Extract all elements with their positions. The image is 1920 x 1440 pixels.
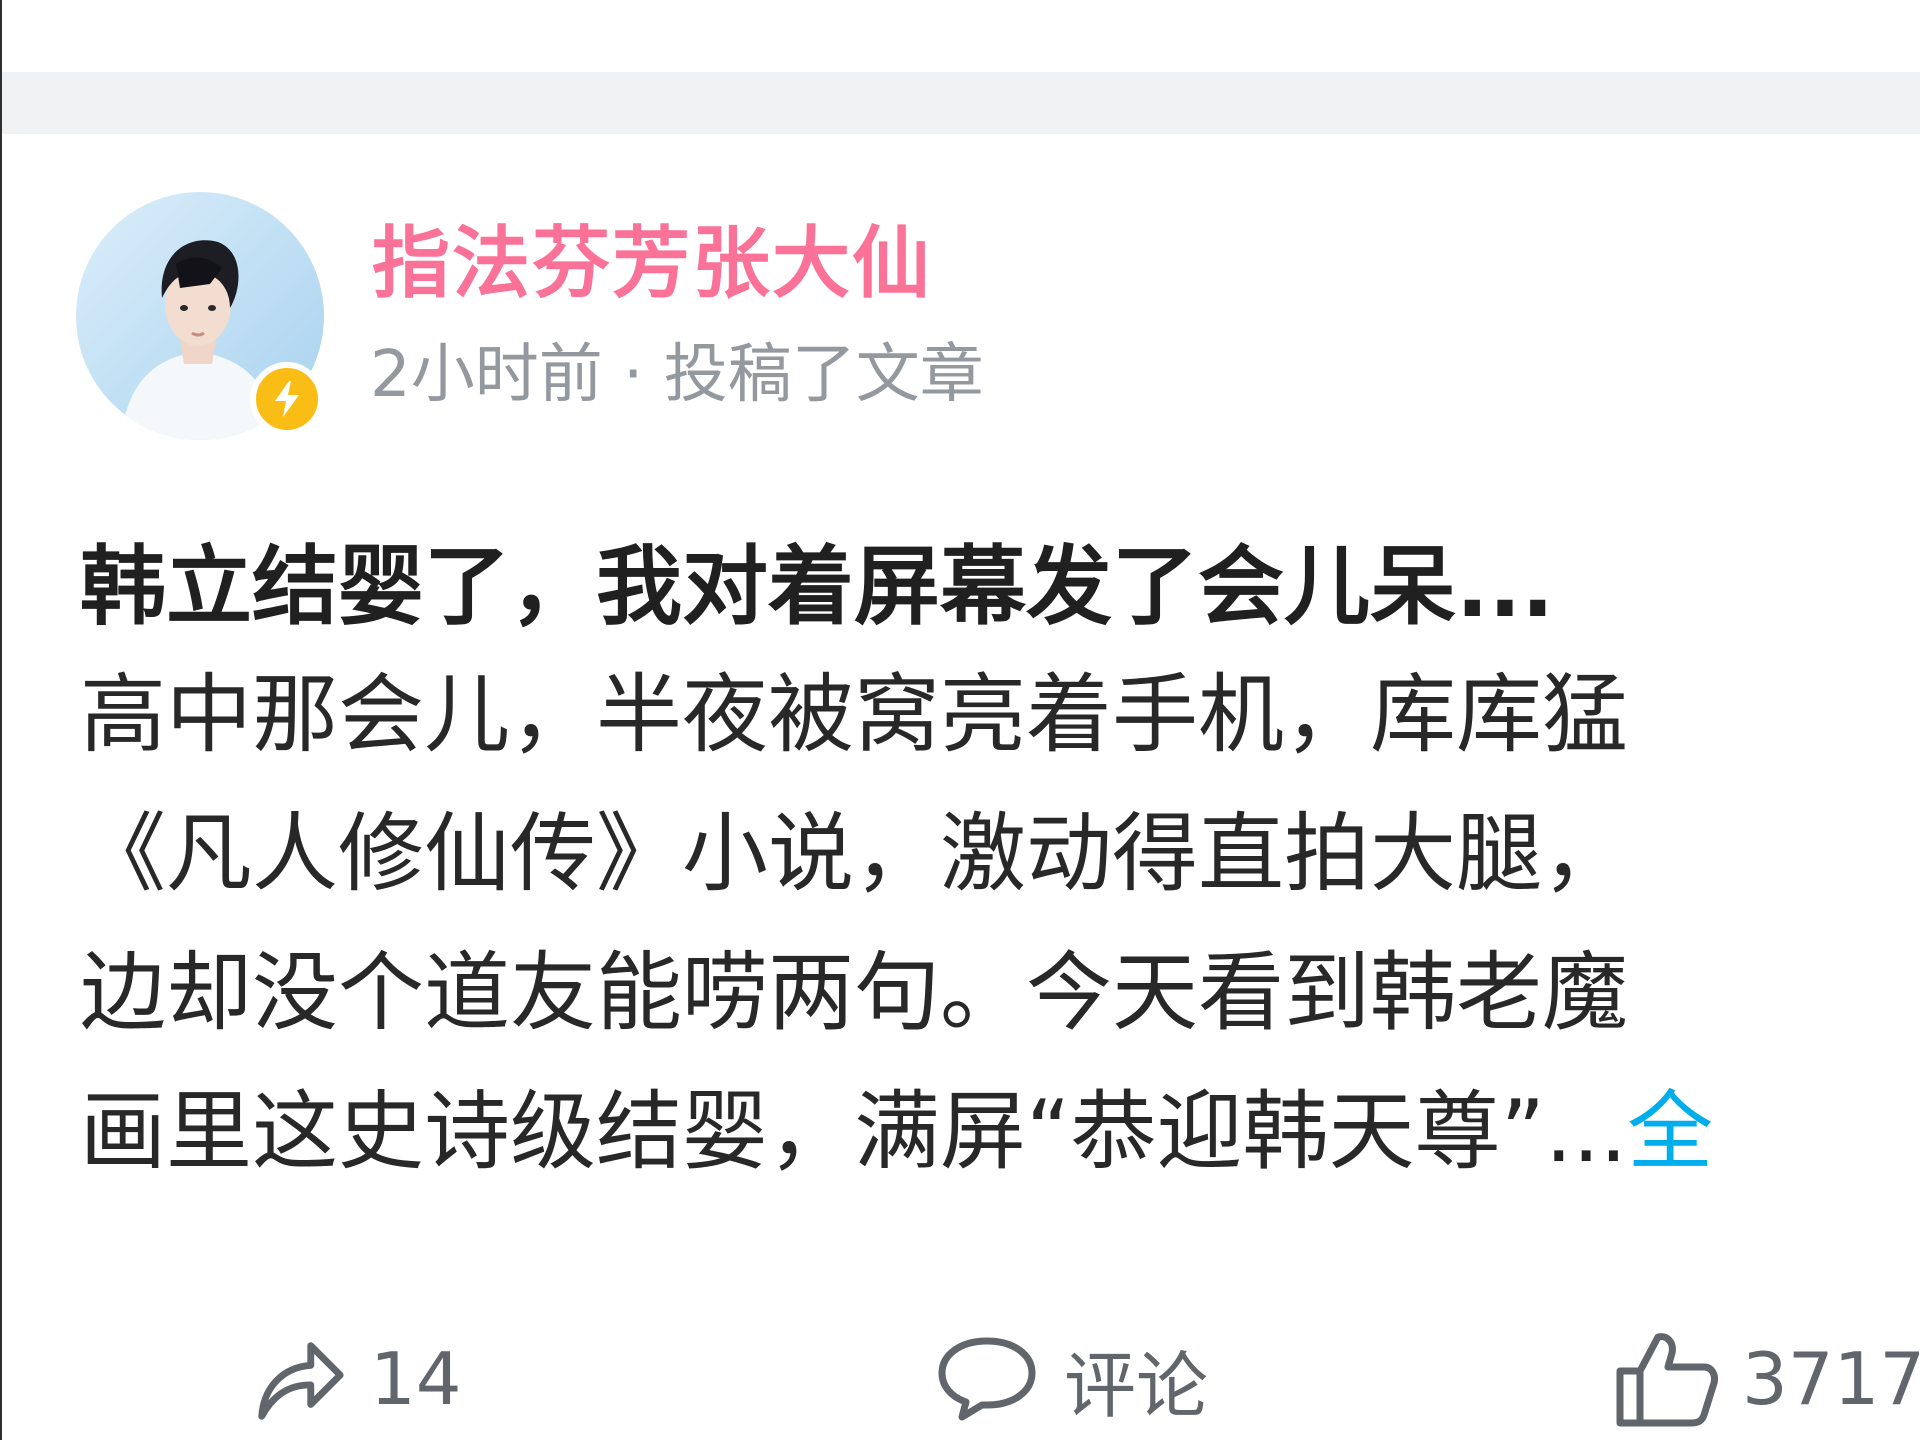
post-title[interactable]: 韩立结婴了，我对着屏幕发了会儿呆... — [80, 536, 1554, 639]
lightning-icon — [275, 381, 299, 417]
share-button[interactable]: 14 — [250, 1324, 462, 1434]
dynamic-post-card[interactable]: 指法芬芳张大仙 2小时前 · 投稿了文章 韩立结婴了，我对着屏幕发了会儿呆...… — [2, 134, 1920, 1440]
verified-badge — [250, 362, 324, 436]
post-meta: 2小时前 · 投稿了文章 — [370, 338, 984, 412]
post-body-line: 《凡人修仙传》小说，激动得直拍大腿， — [80, 804, 1628, 904]
share-icon — [258, 1342, 344, 1420]
post-body-line: 边却没个道友能唠两句。今天看到韩老魔 — [80, 943, 1628, 1043]
like-button[interactable]: 3717 — [1612, 1324, 1920, 1434]
post-body[interactable]: 高中那会儿，半夜被窝亮着手机，库库猛 《凡人修仙传》小说，激动得直拍大腿， 边却… — [80, 646, 1920, 1202]
top-blank-area — [2, 0, 1920, 72]
author-name[interactable]: 指法芬芳张大仙 — [372, 221, 932, 308]
comment-icon — [938, 1337, 1036, 1421]
comment-label: 评论 — [1064, 1343, 1209, 1428]
post-body-line: 高中那会儿，半夜被窝亮着手机，库库猛 — [80, 665, 1628, 765]
read-more-link[interactable]: 全 — [1627, 1082, 1713, 1182]
thumbs-up-icon — [1616, 1333, 1718, 1427]
like-count: 3717 — [1742, 1337, 1920, 1421]
comment-button[interactable]: 评论 — [932, 1324, 1208, 1434]
share-count: 14 — [370, 1337, 462, 1421]
post-body-line: 画里这史诗级结婴，满屏“恭迎韩天尊” — [80, 1082, 1546, 1182]
truncation-ellipsis: ... — [1545, 1082, 1628, 1182]
feed-separator — [2, 72, 1920, 134]
post-body-last-line: 画里这史诗级结婴，满屏“恭迎韩天尊”...全 — [80, 1063, 1920, 1202]
